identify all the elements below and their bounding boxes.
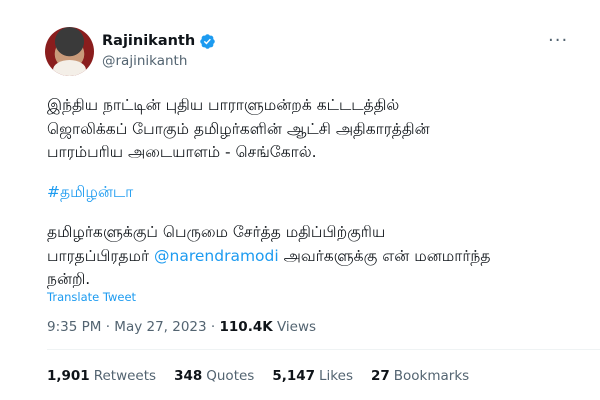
para1-line: பாரம்பரிய அடையாளம் - செங்கோல். bbox=[47, 143, 317, 161]
bookmarks-count: 27 bbox=[370, 368, 390, 384]
engagement-stats: 1,901 Retweets 348 Quotes 5,147 Likes 27 Boo… bbox=[47, 368, 469, 384]
para2-text: பாரதப்பிரதமர் bbox=[47, 246, 155, 265]
para1-line: ஜொலிக்கப் போகும் தமிழர்களின் ஆட்சி அதிகா… bbox=[47, 119, 430, 138]
tweet-time[interactable]: 9:35 PM bbox=[47, 319, 101, 335]
para1-line: இந்திய நாட்டின் புதிய பாராளுமன்றக் கட்டட… bbox=[47, 96, 400, 114]
para2-text: அவர்களுக்கு என் மனமார்ந்த bbox=[278, 246, 491, 265]
name-row: Rajinikanth bbox=[102, 31, 216, 51]
bookmarks-label: Bookmarks bbox=[393, 368, 470, 384]
divider bbox=[47, 349, 600, 350]
para2-line: பாரதப்பிரதமர் @narendramodi அவர்களுக்கு … bbox=[47, 245, 567, 269]
meta-separator: · bbox=[105, 319, 110, 335]
more-options-icon[interactable]: ··· bbox=[548, 30, 568, 51]
author-handle[interactable]: @rajinikanth bbox=[102, 53, 216, 69]
translate-tweet-link[interactable]: Translate Tweet bbox=[47, 290, 136, 304]
tweet-meta: 9:35 PM · May 27, 2023 · 110.4K Views bbox=[47, 319, 316, 335]
likes-label: Likes bbox=[319, 368, 353, 384]
author-block: Rajinikanth @rajinikanth bbox=[102, 31, 216, 69]
quotes-count: 348 bbox=[174, 368, 203, 384]
mention-link[interactable]: @narendramodi bbox=[154, 247, 279, 265]
hashtag-link[interactable]: #தமிழன்டா bbox=[47, 181, 567, 205]
likes-stat[interactable]: 5,147 Likes bbox=[272, 368, 353, 384]
verified-badge-icon bbox=[200, 33, 215, 49]
para2-line: தமிழர்களுக்குப் பெருமை சேர்த்த மதிப்பிற்… bbox=[47, 223, 386, 241]
views-label: Views bbox=[276, 319, 317, 335]
views-count: 110.4K bbox=[219, 319, 273, 335]
meta-separator: · bbox=[210, 319, 216, 335]
quotes-label: Quotes bbox=[206, 368, 255, 384]
author-name[interactable]: Rajinikanth bbox=[102, 33, 195, 49]
avatar[interactable] bbox=[45, 27, 94, 76]
tweet-text: இந்திய நாட்டின் புதிய பாராளுமன்றக் கட்டட… bbox=[47, 94, 567, 292]
likes-count: 5,147 bbox=[272, 368, 316, 384]
para2-line: நன்றி. bbox=[47, 270, 91, 288]
retweets-label: Retweets bbox=[93, 368, 157, 384]
retweets-count: 1,901 bbox=[47, 368, 90, 384]
quotes-stat[interactable]: 348 Quotes bbox=[174, 368, 254, 384]
tweet-card: Rajinikanth @rajinikanth ··· இந்திய நாட்… bbox=[0, 0, 600, 400]
retweets-stat[interactable]: 1,901 Retweets bbox=[47, 368, 156, 384]
tweet-date[interactable]: May 27, 2023 bbox=[114, 319, 206, 335]
bookmarks-stat[interactable]: 27 Bookmarks bbox=[371, 368, 469, 384]
